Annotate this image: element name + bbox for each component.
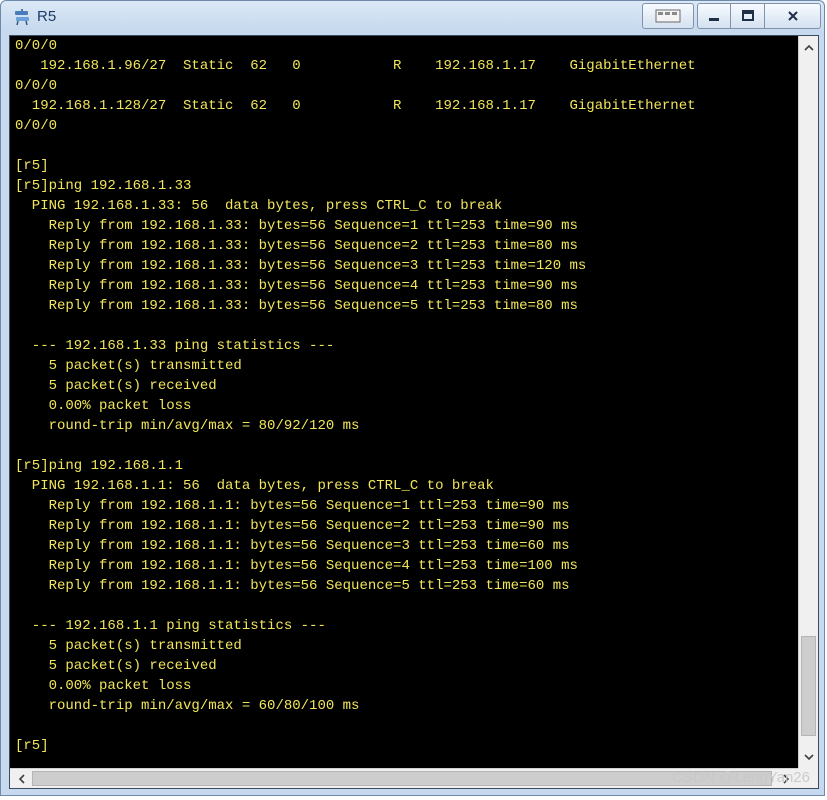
terminal-line: 192.168.1.96/27 Static 62 0 R 192.168.1.… xyxy=(15,58,696,74)
horizontal-scroll-thumb[interactable] xyxy=(32,771,772,786)
terminal-line: 0.00% packet loss xyxy=(15,678,192,694)
maximize-icon xyxy=(741,10,754,21)
window-layout-icon xyxy=(655,9,681,23)
scroll-left-arrow-icon[interactable] xyxy=(12,770,31,788)
terminal-line: Reply from 192.168.1.1: bytes=56 Sequenc… xyxy=(15,578,570,594)
terminal-line: [r5] xyxy=(15,738,49,754)
terminal-line: 5 packet(s) received xyxy=(15,658,217,674)
terminal-line: Reply from 192.168.1.1: bytes=56 Sequenc… xyxy=(15,518,570,534)
title-bar[interactable]: R5 xyxy=(1,1,824,35)
minimize-icon xyxy=(709,18,719,21)
terminal-line: 192.168.1.128/27 Static 62 0 R 192.168.1… xyxy=(15,98,696,114)
vertical-scrollbar[interactable] xyxy=(798,36,818,768)
terminal-line: --- 192.168.1.33 ping statistics --- xyxy=(15,338,335,354)
terminal-line: round-trip min/avg/max = 80/92/120 ms xyxy=(15,418,360,434)
terminal-line: Reply from 192.168.1.33: bytes=56 Sequen… xyxy=(15,298,578,314)
terminal-line: PING 192.168.1.1: 56 data bytes, press C… xyxy=(15,478,494,494)
terminal-window: R5 0/0/0 192.168.1.96/27 Static 62 0 R 1… xyxy=(0,0,825,796)
terminal-line: 5 packet(s) transmitted xyxy=(15,358,242,374)
terminal-line: 5 packet(s) received xyxy=(15,378,217,394)
terminal-output[interactable]: 0/0/0 192.168.1.96/27 Static 62 0 R 192.… xyxy=(10,36,798,768)
terminal-line: [r5] xyxy=(15,158,49,174)
scroll-up-arrow-icon[interactable] xyxy=(799,38,818,56)
terminal-line: Reply from 192.168.1.1: bytes=56 Sequenc… xyxy=(15,498,570,514)
terminal-line: [r5]ping 192.168.1.1 xyxy=(15,458,184,474)
terminal-line: Reply from 192.168.1.33: bytes=56 Sequen… xyxy=(15,238,578,254)
terminal-line: [r5]ping 192.168.1.33 xyxy=(15,178,192,194)
window-title: R5 xyxy=(37,8,57,25)
watermark: CSDN @LengYan26 xyxy=(672,769,810,786)
scroll-down-arrow-icon[interactable] xyxy=(799,748,818,766)
router-icon xyxy=(15,9,29,26)
terminal-line: --- 192.168.1.1 ping statistics --- xyxy=(15,618,326,634)
terminal-line: Reply from 192.168.1.33: bytes=56 Sequen… xyxy=(15,258,587,274)
terminal-line: Reply from 192.168.1.33: bytes=56 Sequen… xyxy=(15,278,578,294)
terminal-line: 0/0/0 xyxy=(15,78,58,94)
terminal-line: Reply from 192.168.1.1: bytes=56 Sequenc… xyxy=(15,558,578,574)
terminal-line: Reply from 192.168.1.33: bytes=56 Sequen… xyxy=(15,218,578,234)
window-layout-button[interactable] xyxy=(642,3,694,29)
terminal-line: Reply from 192.168.1.1: bytes=56 Sequenc… xyxy=(15,538,570,554)
minimize-button[interactable] xyxy=(697,3,731,29)
maximize-button[interactable] xyxy=(731,3,765,29)
terminal-line: 0.00% packet loss xyxy=(15,398,192,414)
close-button[interactable] xyxy=(765,3,821,29)
console-area: 0/0/0 192.168.1.96/27 Static 62 0 R 192.… xyxy=(9,35,819,789)
terminal-line: 0/0/0 xyxy=(15,118,58,134)
terminal-line: 0/0/0 xyxy=(15,38,58,54)
vertical-scroll-thumb[interactable] xyxy=(801,636,816,736)
terminal-line: round-trip min/avg/max = 60/80/100 ms xyxy=(15,698,360,714)
terminal-line: 5 packet(s) transmitted xyxy=(15,638,242,654)
terminal-line: PING 192.168.1.33: 56 data bytes, press … xyxy=(15,198,503,214)
close-icon xyxy=(787,11,798,21)
